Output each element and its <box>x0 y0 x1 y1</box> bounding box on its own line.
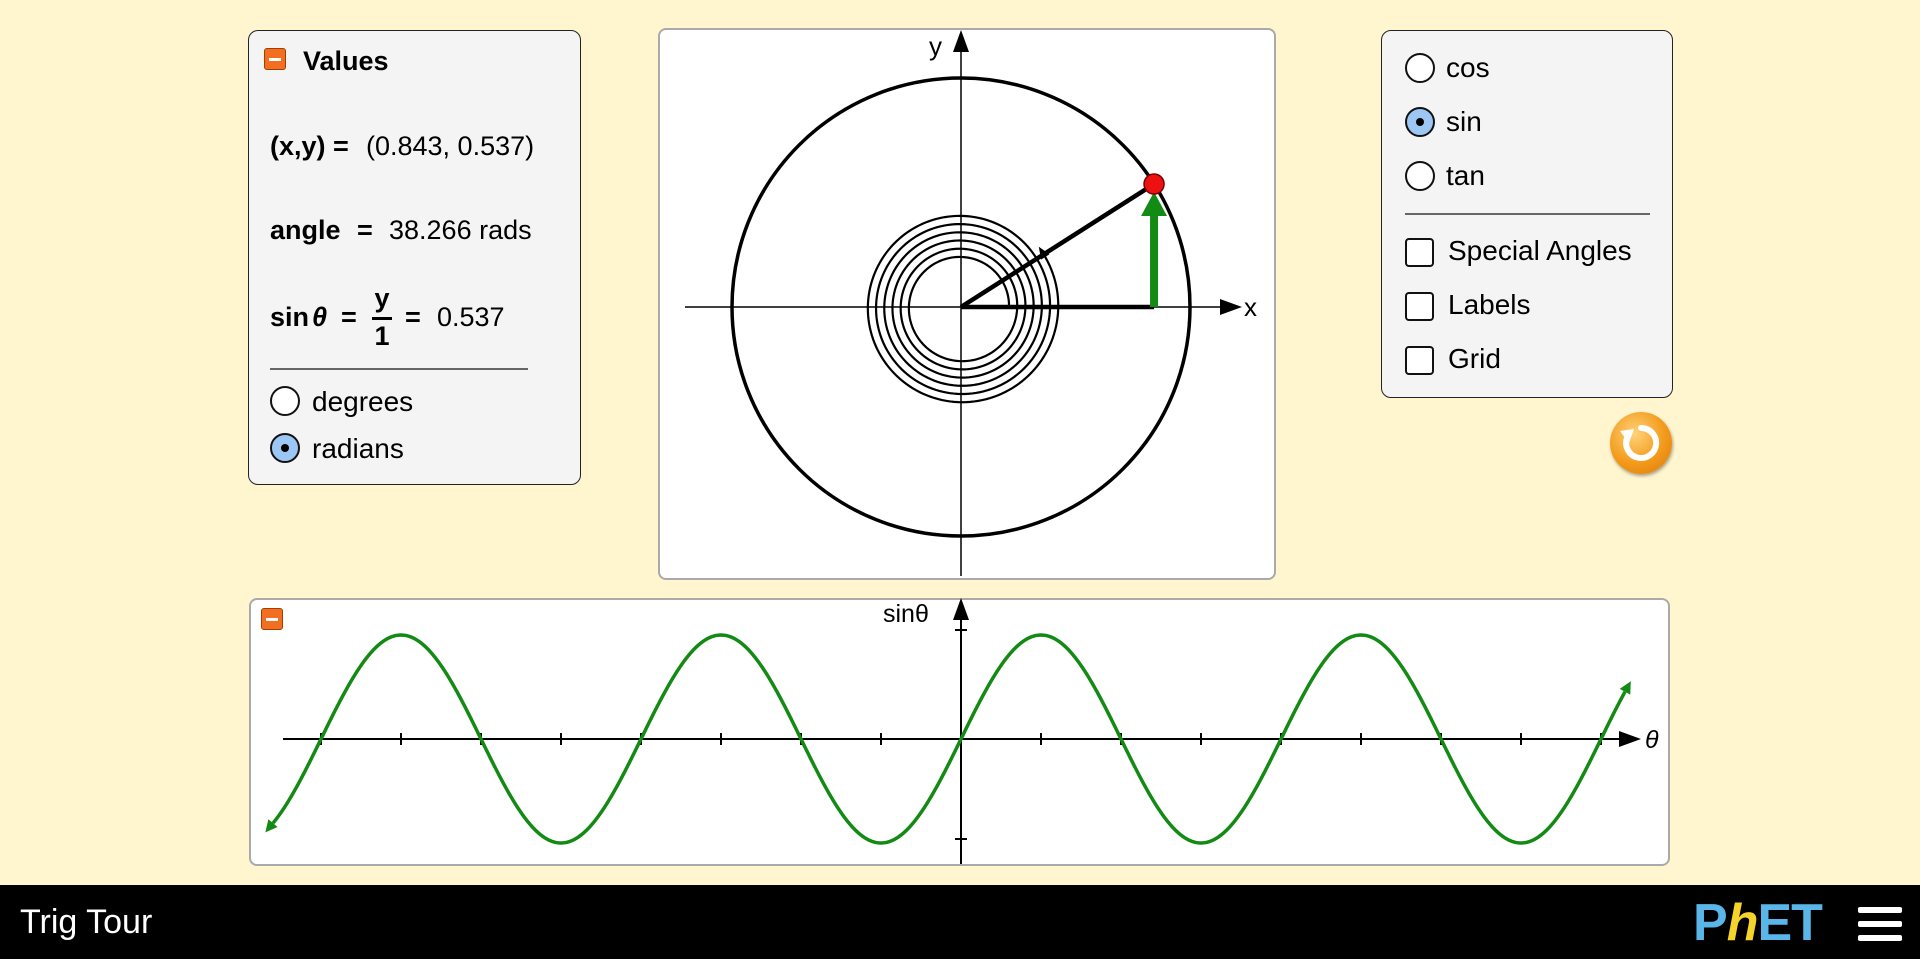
xy-label: (x,y) = <box>270 131 349 161</box>
x-axis-label: x <box>1244 292 1257 322</box>
special-angles-label[interactable]: Special Angles <box>1448 235 1632 267</box>
frac-denominator: 1 <box>374 321 390 351</box>
degrees-radio[interactable] <box>270 386 300 416</box>
cos-label[interactable]: cos <box>1446 52 1490 84</box>
func-equals-1: = <box>341 302 357 332</box>
function-divider <box>1405 213 1650 215</box>
angle-value: 38.266 rads <box>389 215 532 245</box>
func-label: sin <box>270 302 310 332</box>
labels-checkbox[interactable] <box>1405 292 1434 321</box>
unit-circle-svg: x y <box>685 30 1257 576</box>
angle-equals: = <box>357 215 373 245</box>
tan-radio[interactable] <box>1405 161 1435 191</box>
sin-radio[interactable] <box>1405 107 1435 137</box>
sim-title: Trig Tour <box>20 903 153 941</box>
graph-x-label: θ <box>1645 726 1659 754</box>
tan-label[interactable]: tan <box>1446 160 1485 192</box>
cos-radio[interactable] <box>1405 53 1435 83</box>
graph-y-label-text: sinθ <box>883 600 929 628</box>
sin-vector-arrowhead <box>1141 192 1168 217</box>
y-axis-label: y <box>929 31 942 61</box>
angle-label: angle <box>270 215 341 245</box>
x-axis-arrowhead <box>1220 299 1242 315</box>
labels-label[interactable]: Labels <box>1448 289 1531 321</box>
values-panel-title: Values <box>303 46 389 76</box>
navbar: Trig Tour PhET <box>0 885 1920 959</box>
special-angles-checkbox[interactable] <box>1405 238 1434 267</box>
values-panel: Values (x,y) = (0.843, 0.537) angle = 38… <box>248 30 581 485</box>
phet-logo-text: PhET <box>1693 894 1823 952</box>
angle-drag-point[interactable] <box>1143 173 1165 195</box>
function-panel: cos sin tan Special Angles Labels Grid <box>1381 30 1673 398</box>
theta-symbol: θ <box>312 302 328 332</box>
frac-numerator: y <box>374 283 390 313</box>
phet-logo[interactable]: PhET <box>1693 893 1823 953</box>
grid-checkbox[interactable] <box>1405 346 1434 375</box>
graph-y-label: sinθ <box>883 600 929 628</box>
graph-panel: sinθ θ <box>249 598 1670 866</box>
y-axis-arrowhead <box>953 30 969 52</box>
hamburger-menu-icon[interactable] <box>1858 907 1902 941</box>
radians-radio[interactable] <box>270 433 300 463</box>
radians-label[interactable]: radians <box>312 433 404 465</box>
grid-label[interactable]: Grid <box>1448 343 1501 375</box>
frac-line <box>372 317 392 320</box>
sin-label[interactable]: sin <box>1446 106 1482 138</box>
reset-all-button[interactable] <box>1610 412 1672 474</box>
theta-axis-arrowhead <box>1619 731 1641 747</box>
xy-value: (0.843, 0.537) <box>366 131 535 161</box>
values-minimize-icon[interactable] <box>264 48 286 70</box>
unit-circle-panel: x y <box>658 28 1276 580</box>
graph-y-axis-arrowhead <box>953 598 969 620</box>
values-divider <box>270 368 528 370</box>
graph-svg: sinθ θ <box>265 598 1659 864</box>
reset-arrow-icon <box>1620 424 1660 461</box>
degrees-label[interactable]: degrees <box>312 386 413 418</box>
func-value: 0.537 <box>437 302 505 332</box>
func-equals-2: = <box>405 302 421 332</box>
